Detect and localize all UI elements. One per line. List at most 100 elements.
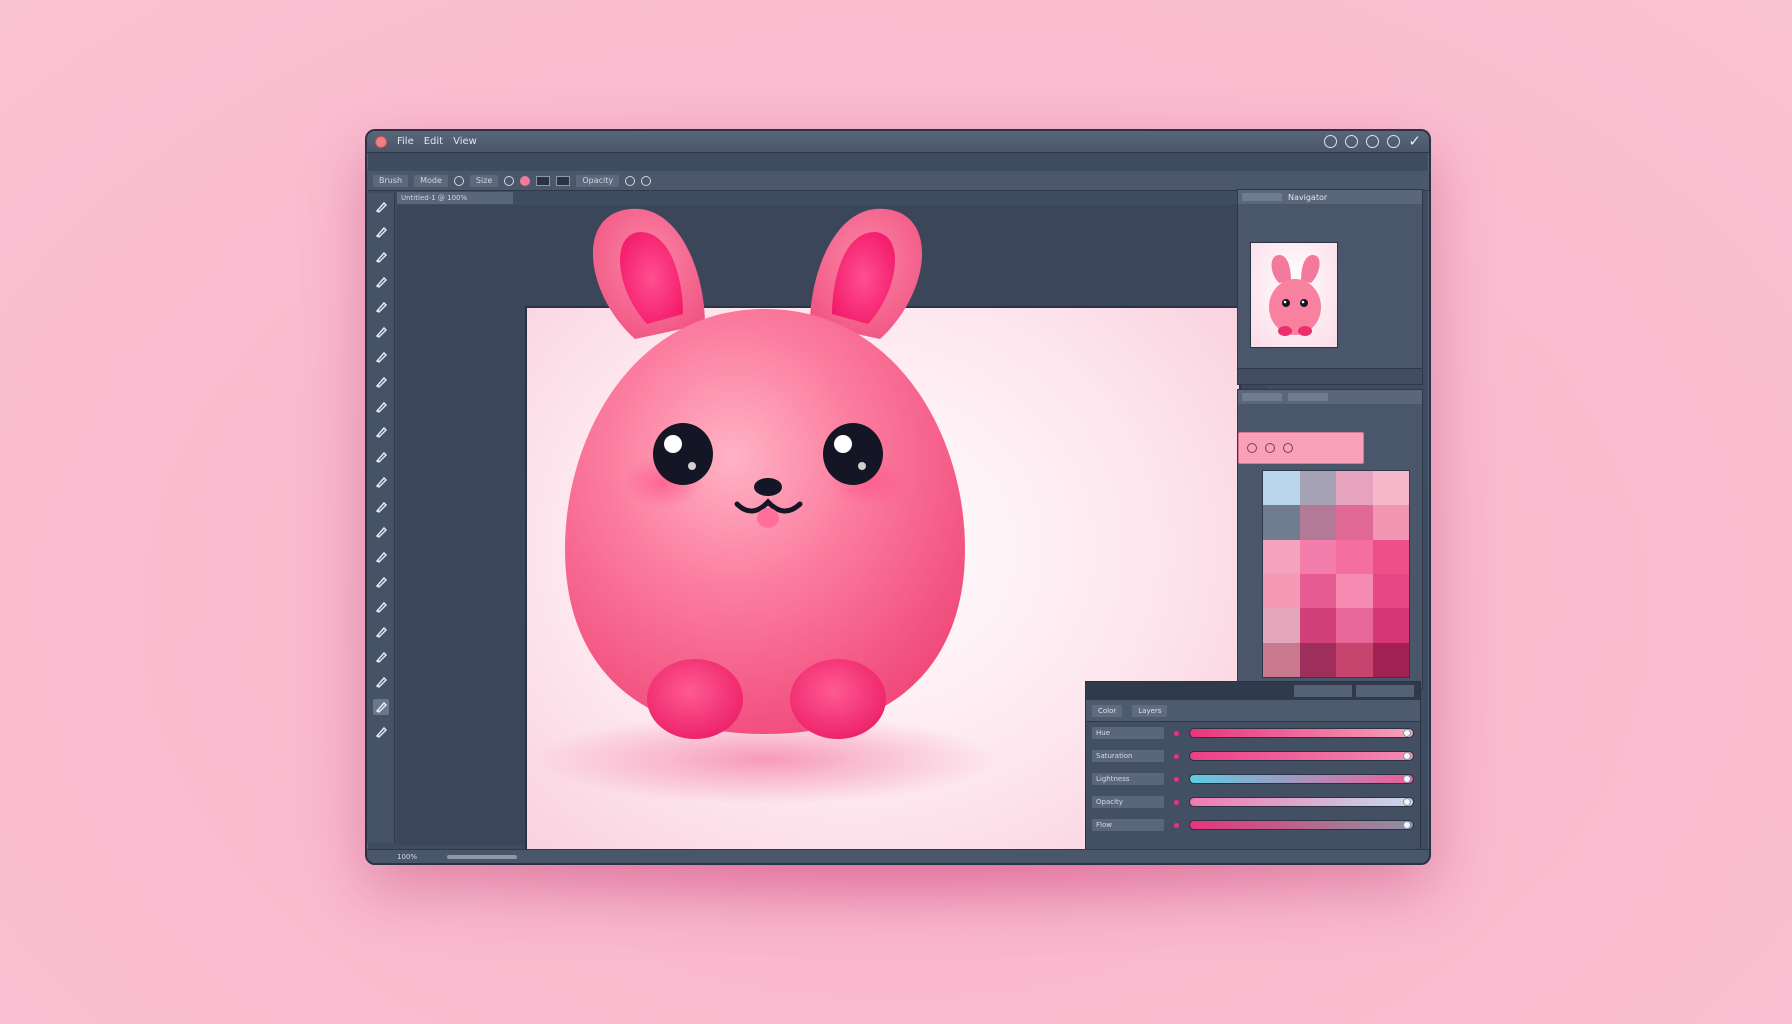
fill-icon[interactable] (556, 175, 571, 186)
pressure-icon[interactable] (625, 175, 636, 186)
marquee-icon[interactable] (373, 224, 389, 240)
color-swatch[interactable] (1336, 505, 1373, 540)
tool-palette (367, 193, 395, 843)
color-slider[interactable] (1189, 797, 1414, 807)
panel-tab[interactable] (1242, 193, 1282, 201)
history-brush-icon[interactable] (373, 424, 389, 440)
left-ear (592, 208, 705, 339)
panel-tab[interactable] (1242, 393, 1282, 401)
eraser-icon[interactable] (373, 449, 389, 465)
menu-file[interactable]: File (397, 136, 414, 147)
brush-option[interactable]: Brush (373, 174, 409, 187)
color-swatch[interactable] (1299, 539, 1336, 574)
eyedropper-icon[interactable] (373, 324, 389, 340)
color-swatch[interactable] (1299, 505, 1336, 540)
lasso-icon[interactable] (373, 249, 389, 265)
color-swatch[interactable] (1336, 608, 1373, 643)
panel-tab[interactable] (1288, 393, 1328, 401)
slider-knob[interactable] (1403, 798, 1411, 806)
brush-preset-icon[interactable] (453, 175, 464, 186)
color-swatch[interactable] (1372, 539, 1409, 574)
dodge-icon[interactable] (373, 524, 389, 540)
color-swatch[interactable] (1336, 539, 1373, 574)
color-swatch[interactable] (1336, 573, 1373, 609)
color-swatch[interactable] (1263, 608, 1300, 643)
size-option[interactable]: Size (469, 174, 499, 187)
panel-button[interactable] (1294, 685, 1352, 697)
color-slider[interactable] (1189, 728, 1414, 738)
zoom-slider[interactable] (447, 854, 518, 859)
menu-edit[interactable]: Edit (424, 136, 443, 147)
color-slider[interactable] (1189, 774, 1414, 784)
panel-button[interactable] (1356, 685, 1414, 697)
document-tab[interactable]: Untitled-1 @ 100% (397, 192, 513, 204)
checkmark-icon[interactable]: ✓ (1408, 134, 1421, 149)
zoom-icon[interactable] (373, 674, 389, 690)
pen-icon[interactable] (373, 549, 389, 565)
crop-icon[interactable] (373, 299, 389, 315)
navigator-zoom-bar[interactable] (1238, 368, 1422, 384)
menu-view[interactable]: View (453, 136, 477, 147)
blur-icon[interactable] (373, 499, 389, 515)
airbrush-icon[interactable] (641, 175, 652, 186)
navigator-tab[interactable]: Navigator (1288, 193, 1327, 202)
search-icon[interactable] (1366, 135, 1380, 148)
color-swatch[interactable] (1372, 608, 1409, 643)
color-swatch[interactable] (1336, 642, 1373, 677)
color-swatch[interactable] (1299, 573, 1336, 609)
color-slider[interactable] (1189, 751, 1414, 761)
swatches-panel (1237, 389, 1423, 689)
path-select-icon[interactable] (373, 599, 389, 615)
slider-indicator (1174, 776, 1179, 782)
color-swatch[interactable] (1263, 642, 1300, 677)
color-slider[interactable] (1189, 820, 1414, 830)
healing-icon[interactable] (373, 349, 389, 365)
swatch-icon[interactable] (536, 175, 551, 186)
right-eye (823, 423, 883, 485)
color-swatch[interactable] (1263, 573, 1300, 609)
gradient-icon[interactable] (373, 474, 389, 490)
undo-icon[interactable] (504, 175, 515, 186)
brush-icon[interactable] (373, 374, 389, 390)
add-swatch-icon[interactable] (1265, 443, 1275, 453)
slider-row: Hue (1086, 722, 1420, 745)
settings-icon[interactable] (1324, 135, 1338, 148)
close-icon[interactable] (375, 135, 387, 148)
type-icon[interactable] (373, 574, 389, 590)
hand-icon[interactable] (373, 649, 389, 665)
color-swatch[interactable] (1372, 505, 1409, 540)
slider-knob[interactable] (1403, 775, 1411, 783)
slider-knob[interactable] (1403, 821, 1411, 829)
quick-select-icon[interactable] (373, 274, 389, 290)
quick-mask-icon[interactable] (373, 724, 389, 740)
opacity-option[interactable]: Opacity (576, 174, 620, 187)
navigator-thumbnail[interactable] (1250, 242, 1338, 348)
slider-knob[interactable] (1403, 729, 1411, 737)
slider-label: Hue (1092, 727, 1164, 739)
color-swatch[interactable] (1263, 471, 1300, 506)
color-swatch[interactable] (1263, 539, 1300, 574)
shape-icon[interactable] (373, 624, 389, 640)
left-foot (647, 659, 743, 739)
share-icon[interactable] (1345, 135, 1359, 148)
color-swatch[interactable] (1372, 642, 1409, 677)
tab-color[interactable]: Color (1092, 704, 1123, 717)
slider-knob[interactable] (1403, 752, 1411, 760)
color-swatch[interactable] (1299, 642, 1336, 677)
help-icon[interactable] (1387, 135, 1401, 148)
dropper-icon[interactable] (1247, 443, 1257, 453)
color-swatch[interactable] (1372, 573, 1409, 609)
color-swatch[interactable] (1372, 471, 1409, 506)
mode-option[interactable]: Mode (414, 174, 448, 187)
delete-swatch-icon[interactable] (1283, 443, 1293, 453)
color-swatch[interactable] (1336, 471, 1373, 506)
foreground-color-icon[interactable] (372, 699, 389, 715)
tab-layers[interactable]: Layers (1132, 704, 1168, 717)
color-icon[interactable] (520, 175, 531, 186)
slider-row: Saturation (1086, 745, 1420, 768)
clone-stamp-icon[interactable] (373, 399, 389, 415)
color-swatch[interactable] (1263, 505, 1300, 540)
color-swatch[interactable] (1299, 608, 1336, 643)
move-icon[interactable] (373, 199, 389, 215)
color-swatch[interactable] (1299, 471, 1336, 506)
